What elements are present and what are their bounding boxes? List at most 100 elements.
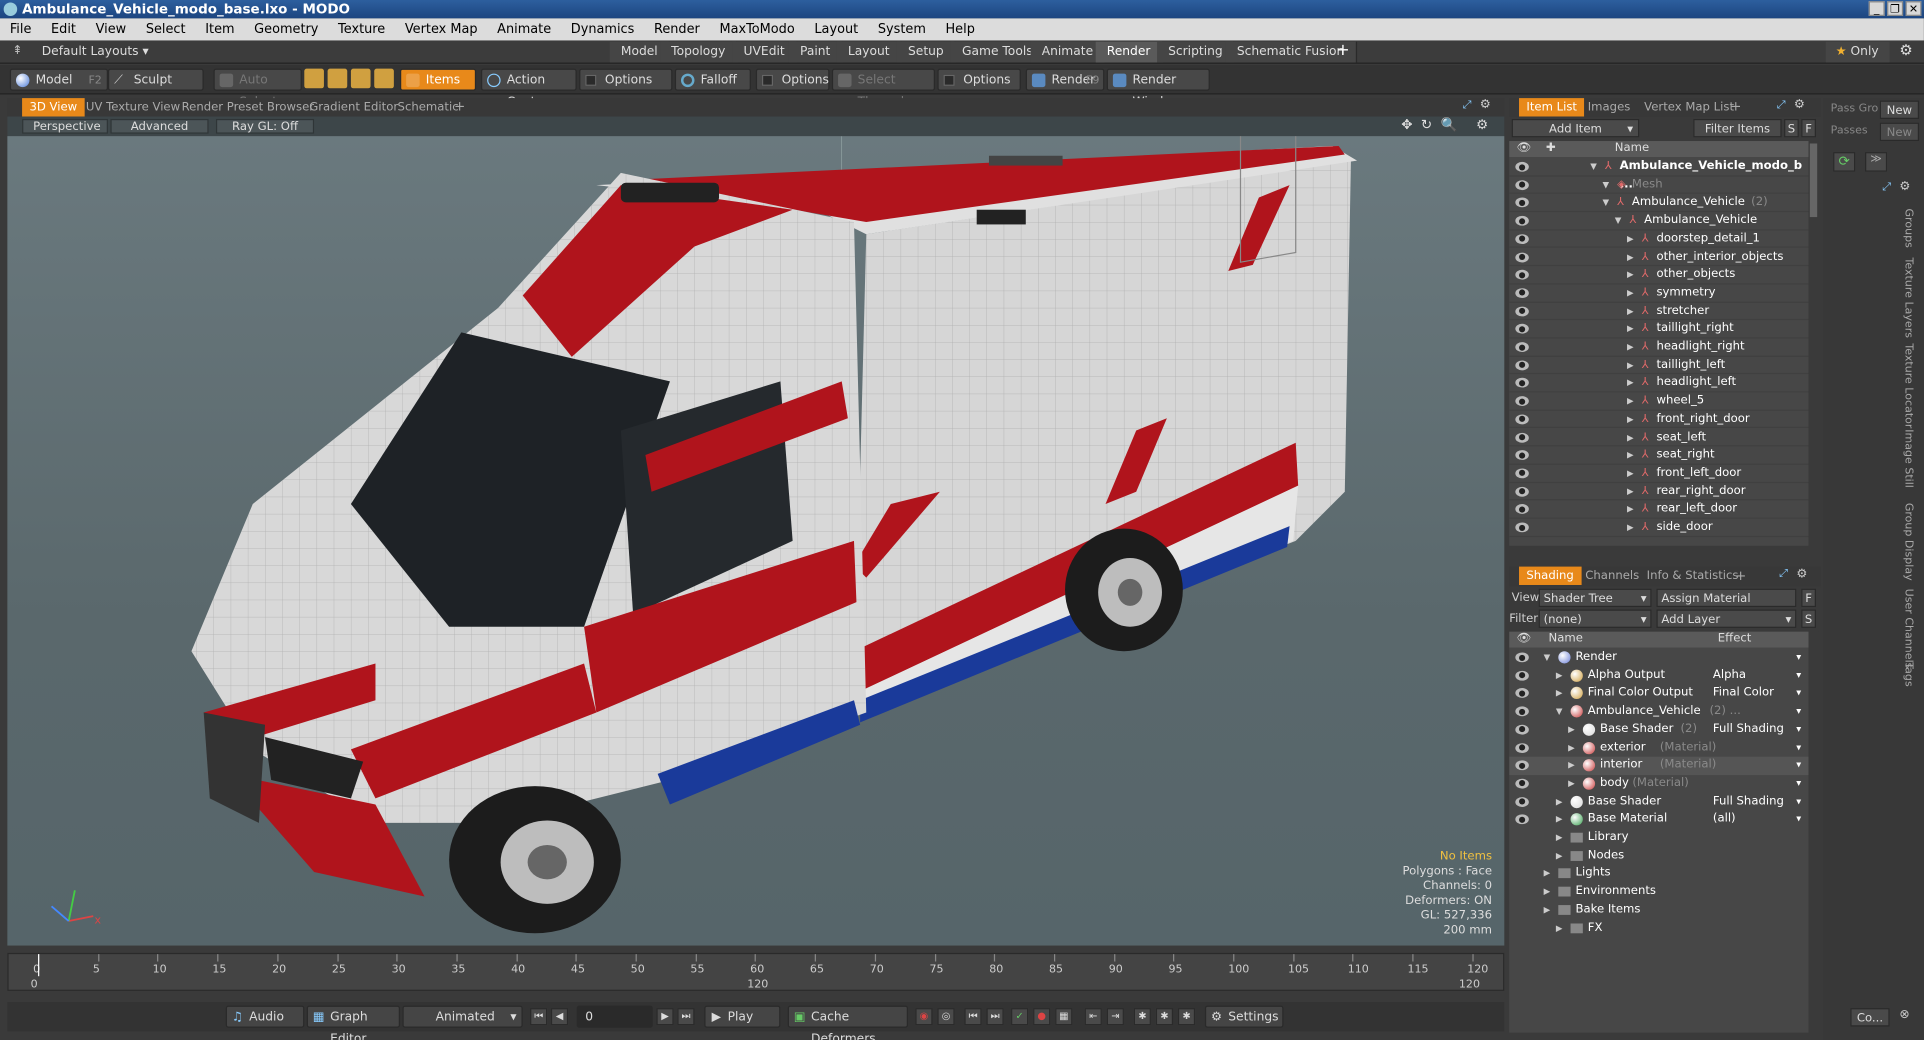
item-list-row[interactable]: ▶ ⅄ doorstep_detail_1 (1509, 230, 1809, 249)
item-s-button[interactable]: S (1784, 118, 1799, 138)
expand-arrow-icon[interactable]: ▶ (1627, 519, 1634, 537)
effect-dropdown[interactable]: ▾ (1713, 649, 1806, 666)
expand-icon[interactable]: ⤢ (1463, 99, 1472, 111)
vertical-tab-texture-layers[interactable]: Texture Layers (1902, 258, 1914, 338)
forward-icon[interactable]: ≫ (1865, 152, 1888, 172)
auto-key-icon[interactable]: ◎ (937, 1008, 955, 1026)
visibility-eye-icon[interactable] (1515, 197, 1529, 208)
item-list-row[interactable]: ▶ ⅄ headlight_left (1509, 375, 1809, 393)
visibility-eye-icon[interactable] (1515, 378, 1529, 389)
vertical-tab-user-channels[interactable]: User Channels (1902, 589, 1914, 669)
menu-item-help[interactable]: Help (936, 18, 985, 40)
item-list-scrollbar[interactable] (1808, 141, 1819, 546)
only-toggle[interactable]: ★ Only (1825, 41, 1890, 63)
action-options-button[interactable]: Options (579, 68, 673, 91)
expand-arrow-icon[interactable]: ▶ (1627, 375, 1634, 393)
loop-end-icon[interactable]: ⇥ (1106, 1008, 1124, 1026)
vertical-tab-tags[interactable]: Tags (1902, 662, 1914, 686)
visibility-eye-icon[interactable] (1515, 342, 1529, 352)
menu-item-animate[interactable]: Animate (487, 18, 561, 40)
menu-item-item[interactable]: Item (195, 18, 244, 40)
item-list-row[interactable]: ▼ ◈ Mesh (1509, 176, 1809, 195)
model-button[interactable]: Model F2 (9, 68, 108, 91)
item-list-row[interactable]: ▶ ⅄ other_interior_objects (1509, 248, 1809, 267)
goto-end-icon[interactable]: ⏭ (677, 1008, 695, 1026)
item-list-row[interactable]: ▶ ⅄ rear_left_door (1509, 501, 1809, 519)
falloff-options-button[interactable]: Options (755, 68, 830, 91)
expand-arrow-icon[interactable]: ▶ (1544, 883, 1551, 901)
expand-arrow-icon[interactable]: ▶ (1556, 919, 1563, 937)
marker-icon[interactable]: ✱ (1177, 1008, 1196, 1026)
expand-arrow-icon[interactable]: ▶ (1544, 901, 1551, 919)
expand-arrow-icon[interactable]: ▶ (1627, 284, 1634, 302)
key-icon[interactable]: ◉ (915, 1008, 933, 1026)
visibility-eye-icon[interactable] (1515, 814, 1529, 825)
default-layouts-dropdown[interactable]: Default Layouts ▾ (42, 43, 149, 61)
frame-field[interactable]: 0 (576, 1005, 653, 1028)
expand-arrow-icon[interactable]: ▶ (1627, 411, 1634, 429)
visibility-eye-icon[interactable] (1515, 215, 1529, 226)
effect-dropdown[interactable]: Full Shading ▾ (1713, 793, 1806, 810)
expand-arrow-icon[interactable]: ▶ (1627, 483, 1634, 501)
effect-dropdown[interactable]: Final Color ▾ (1713, 685, 1806, 702)
visibility-eye-icon[interactable] (1515, 652, 1529, 663)
expand-arrow-icon[interactable]: ▶ (1627, 320, 1634, 338)
shader-tree-row[interactable]: ▼ Render ▾ (1509, 649, 1808, 667)
edge-mode-icon[interactable] (327, 68, 348, 89)
effect-dropdown[interactable]: ▾ (1713, 703, 1806, 720)
expand-arrow-icon[interactable]: ▶ (1627, 429, 1634, 447)
visibility-eye-icon[interactable] (1515, 288, 1529, 298)
visibility-eye-icon[interactable] (1515, 504, 1529, 515)
collapse-arrow-icon[interactable]: ▼ (1602, 194, 1609, 212)
sculpt-button[interactable]: ⟋ Sculpt (107, 68, 204, 91)
item-list-row[interactable]: ▶ ⅄ stretcher (1509, 302, 1809, 321)
shader-tree[interactable]: 👁 Name Effect ▼ Render ▾ ▶ Alpha Output Alpha… (1509, 631, 1809, 1033)
shader-tree-row[interactable]: ▶ Nodes (1509, 847, 1808, 865)
effect-dropdown[interactable]: ▾ (1713, 757, 1806, 774)
rotate-icon[interactable]: ↻ (1421, 117, 1432, 133)
restore-icon[interactable]: ❐ (1887, 1, 1904, 16)
visibility-eye-icon[interactable] (1515, 161, 1529, 172)
expand-arrow-icon[interactable]: ▶ (1556, 667, 1563, 685)
expand-arrow-icon[interactable]: ▶ (1627, 393, 1634, 411)
menu-item-dynamics[interactable]: Dynamics (561, 18, 644, 40)
add-tab-icon[interactable]: + (1336, 42, 1349, 60)
shader-tree-row[interactable]: ▶ Base Shader (2) Full Shading ▾ (1509, 721, 1808, 739)
shader-tree-row[interactable]: ▶ Environments (1509, 883, 1808, 901)
visibility-eye-icon[interactable] (1515, 796, 1529, 807)
3d-viewport[interactable]: x No Items Polygons : Face Channels: 0 D… (7, 136, 1505, 946)
shader-tree-row[interactable]: ▶ Base Material (all) ▾ (1509, 811, 1808, 829)
item-panel-expand-icon[interactable]: ⤢ (1777, 99, 1786, 111)
shader-effect-header[interactable]: Effect (1718, 632, 1752, 645)
item-list-row[interactable]: ▶ ⅄ symmetry (1509, 284, 1809, 303)
visibility-eye-icon[interactable] (1515, 306, 1529, 316)
keys-icon[interactable]: ✱ (1133, 1008, 1151, 1026)
effect-dropdown[interactable]: Alpha ▾ (1713, 667, 1806, 684)
panel-gear-icon[interactable]: ⚙ (1899, 180, 1910, 193)
viewport-tab-3d-view[interactable]: 3D View (22, 98, 85, 117)
visibility-eye-icon[interactable] (1515, 432, 1529, 443)
viewport-gear-icon[interactable]: ⚙ (1480, 98, 1491, 111)
shading-gear-icon[interactable]: ⚙ (1796, 568, 1807, 581)
item-list-row[interactable]: ▼ ⅄ Ambulance_Vehicle (1509, 212, 1809, 231)
filter-items-button[interactable]: Filter Items (1693, 118, 1782, 138)
effect-dropdown[interactable]: ▾ (1713, 739, 1806, 756)
expand-arrow-icon[interactable]: ▶ (1627, 230, 1634, 248)
item-list-row[interactable]: ▶ ⅄ seat_right (1509, 447, 1809, 465)
item-panel-tab-item-list[interactable]: Item List (1519, 98, 1585, 117)
refresh-icon[interactable]: ⟳ (1833, 152, 1856, 172)
visibility-eye-icon[interactable] (1515, 688, 1529, 699)
step-back-icon[interactable]: ◀ (550, 1008, 569, 1026)
item-list-tree[interactable]: 👁 ✚ Name ▼ ⅄ Ambulance_Vehicle_modo_b ... ▼… (1509, 141, 1809, 546)
new-pass-group-button[interactable]: New (1879, 100, 1920, 119)
minimize-icon[interactable]: _ (1868, 1, 1885, 16)
visibility-eye-icon[interactable] (1515, 324, 1529, 334)
shader-tree-row[interactable]: ▶ Final Color Output Final Color ▾ (1509, 685, 1808, 703)
shading-s-button[interactable]: S (1801, 609, 1816, 628)
item-list-row[interactable]: ▶ ⅄ taillight_right (1509, 320, 1809, 339)
visibility-eye-icon[interactable] (1515, 670, 1529, 681)
view-dropdown[interactable]: Shader Tree ▾ (1538, 588, 1652, 608)
perspective-dropdown[interactable]: Perspective (22, 118, 108, 134)
shading-f-button[interactable]: F (1801, 588, 1816, 608)
vertical-tab-group-display[interactable]: Group Display (1902, 503, 1914, 581)
